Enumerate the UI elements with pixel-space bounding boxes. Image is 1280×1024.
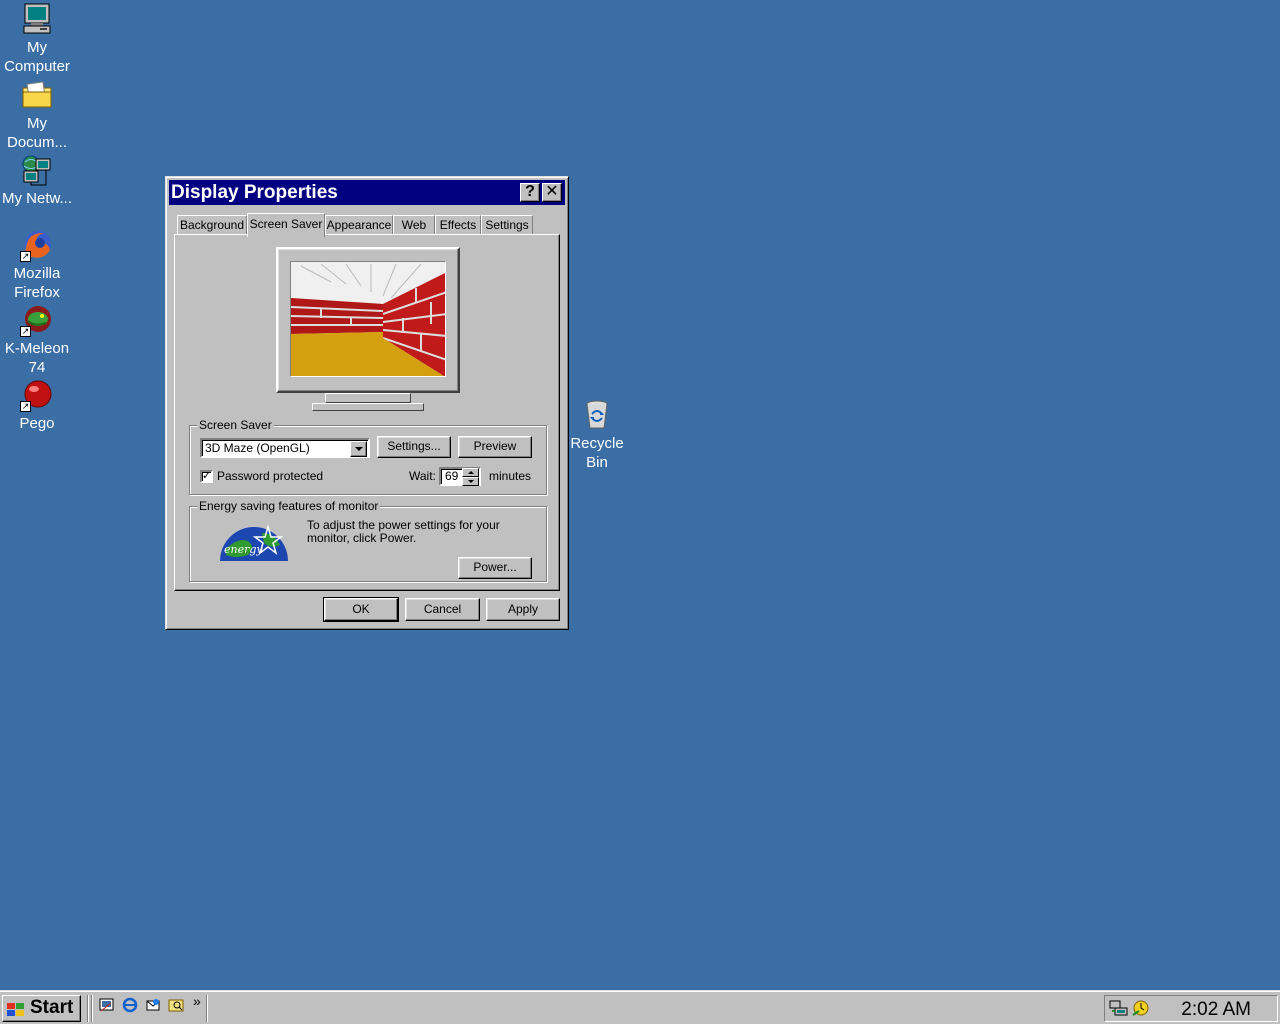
monitor-preview (276, 247, 460, 393)
start-button[interactable]: Start (2, 995, 81, 1022)
windows-logo-icon (6, 1001, 26, 1017)
group-title: Screen Saver (197, 418, 274, 432)
k-meleon-icon: ↗ (20, 303, 54, 337)
help-button[interactable]: ? (520, 183, 540, 202)
energy-saving-group: Energy saving features of monitor energy… (189, 499, 547, 582)
tab-background[interactable]: Background (177, 215, 247, 235)
display-properties-window: Display Properties ? ✕ Background Screen… (165, 176, 569, 630)
window-title: Display Properties (171, 182, 338, 203)
minutes-label: minutes (489, 469, 532, 483)
computer-icon (20, 2, 54, 36)
ok-button[interactable]: OK (323, 597, 399, 622)
show-desktop-icon[interactable] (99, 997, 115, 1013)
shortcut-arrow-icon: ↗ (20, 326, 31, 337)
screen-saver-preview (290, 261, 446, 377)
group-title: Energy saving features of monitor (197, 499, 381, 513)
svg-text:energy: energy (224, 543, 263, 556)
taskbar: Start » 2:02 AM (0, 990, 1280, 1024)
apply-button[interactable]: Apply (486, 598, 560, 621)
quick-launch-chevron[interactable]: » (193, 993, 201, 1009)
monitor-stand-base (312, 403, 424, 411)
password-label: Password protected (217, 469, 324, 483)
shortcut-arrow-icon: ↗ (20, 401, 31, 412)
desktop-icon-label: Recycle Bin (570, 435, 624, 471)
system-tray: 2:02 AM (1104, 995, 1278, 1022)
monitor-stand-neck (325, 393, 411, 403)
desktop-icon-label: Mozilla Firefox (13, 265, 61, 301)
screen-saver-group: Screen Saver 3D Maze (OpenGL) Settings..… (189, 418, 547, 495)
clock[interactable]: 2:02 AM (1181, 999, 1251, 1021)
screen-saver-panel: Screen Saver 3D Maze (OpenGL) Settings..… (174, 234, 560, 591)
energy-star-logo: energy (218, 519, 290, 563)
tab-effects[interactable]: Effects (435, 215, 481, 235)
title-bar[interactable]: Display Properties ? ✕ (169, 180, 565, 205)
desktop-icon-my-documents[interactable]: My Docum... (0, 78, 74, 152)
desktop-icon-label: My Computer (4, 39, 70, 75)
recycle-bin-icon (580, 398, 614, 432)
power-button[interactable]: Power... (458, 557, 532, 579)
taskbar-separator (87, 995, 89, 1022)
shortcut-arrow-icon: ↗ (20, 251, 31, 262)
scheduler-tray-icon[interactable] (1131, 999, 1151, 1017)
outlook-express-icon[interactable] (145, 997, 161, 1013)
close-button[interactable]: ✕ (542, 183, 562, 202)
desktop-icon-label: My Netw... (1, 190, 72, 207)
folder-icon (20, 78, 54, 112)
taskbar-separator (91, 995, 93, 1022)
spin-down-icon[interactable] (462, 477, 479, 486)
maze-preview-image (291, 262, 445, 376)
firefox-icon: ↗ (20, 228, 54, 262)
check-icon: ✓ (202, 470, 212, 482)
pego-icon: ↗ (20, 378, 54, 412)
internet-explorer-icon[interactable] (122, 997, 138, 1013)
desktop-icon-my-computer[interactable]: My Computer (0, 2, 74, 76)
password-checkbox[interactable]: ✓ (200, 470, 213, 483)
selected-screen-saver: 3D Maze (OpenGL) (205, 441, 310, 455)
taskbar-separator (206, 995, 208, 1022)
start-label: Start (30, 997, 74, 1018)
desktop-icon-mozilla-firefox[interactable]: ↗ Mozilla Firefox (0, 228, 74, 302)
tab-web[interactable]: Web (393, 215, 435, 235)
desktop-icon-label: K-Meleon 74 (4, 340, 70, 376)
close-icon: ✕ (545, 183, 559, 200)
desktop-icon-recycle-bin[interactable]: Recycle Bin (560, 398, 634, 472)
windows-explorer-icon[interactable] (168, 997, 184, 1013)
cancel-button[interactable]: Cancel (405, 598, 480, 621)
tab-appearance[interactable]: Appearance (325, 215, 393, 235)
settings-button[interactable]: Settings... (377, 436, 451, 458)
chevron-down-icon[interactable] (350, 441, 367, 457)
preview-button[interactable]: Preview (458, 436, 532, 458)
desktop-icon-pego[interactable]: ↗ Pego (0, 378, 74, 433)
energy-description: To adjust the power settings for your mo… (307, 518, 500, 545)
network-icon (20, 153, 54, 187)
desktop-icon-label: My Docum... (6, 115, 67, 151)
tab-settings[interactable]: Settings (481, 215, 533, 235)
desktop-icon-label: Pego (19, 415, 55, 432)
help-icon: ? (525, 183, 535, 200)
wait-label: Wait: (409, 469, 436, 483)
desktop-icon-k-meleon[interactable]: ↗ K-Meleon 74 (0, 303, 74, 377)
spin-up-icon[interactable] (462, 468, 479, 477)
network-tray-icon[interactable] (1109, 999, 1129, 1017)
tab-screen-saver[interactable]: Screen Saver (247, 213, 325, 237)
screen-saver-select[interactable]: 3D Maze (OpenGL) (200, 438, 370, 458)
desktop-icon-my-network[interactable]: My Netw... (0, 153, 74, 208)
